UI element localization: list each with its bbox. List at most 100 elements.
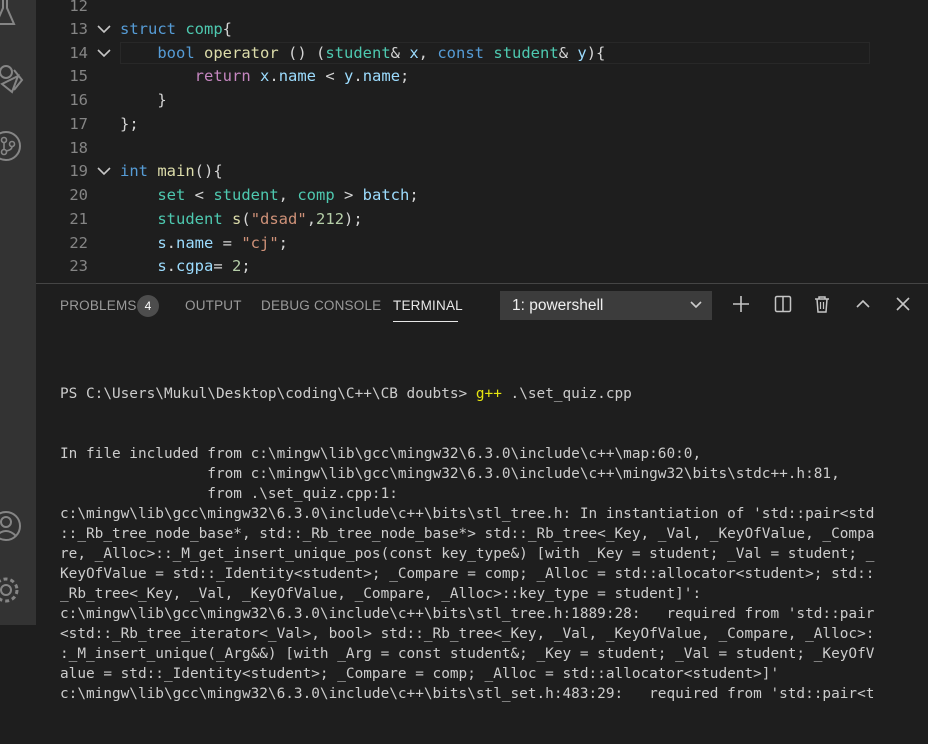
code-token: struct — [120, 20, 176, 38]
code-line[interactable]: 22 s.name = "cj"; — [36, 231, 928, 255]
code-token: int — [120, 162, 148, 180]
code-line[interactable]: 15 return x.name < y.name; — [36, 64, 928, 88]
code-line[interactable]: 23 s.cgpa= 2; — [36, 254, 928, 278]
code-token: student — [325, 44, 391, 62]
code-token: . — [269, 67, 279, 85]
terminal-select[interactable]: 1: powershell — [500, 291, 712, 320]
terminal-command-args: .\set_quiz.cpp — [501, 386, 632, 402]
flask-icon[interactable] — [0, 0, 36, 32]
code-token: & — [390, 44, 410, 62]
code-token: x — [260, 67, 270, 85]
code-token: student — [493, 44, 559, 62]
code-line[interactable]: 17}; — [36, 112, 928, 136]
fold-chevron-icon[interactable] — [95, 41, 113, 65]
code-token: name — [278, 67, 317, 85]
terminal-line: c:\mingw\lib\gcc\mingw32\6.3.0\include\c… — [60, 686, 875, 702]
line-number: 18 — [69, 139, 88, 157]
tab-output[interactable]: OUTPUT — [185, 298, 242, 316]
code-token: }; — [120, 115, 139, 133]
code-line[interactable]: 13 struct comp{ — [36, 17, 928, 41]
tab-problems[interactable]: PROBLEMS — [60, 298, 137, 316]
fold-chevron-icon[interactable] — [95, 159, 113, 183]
code-line[interactable]: 18 — [36, 136, 928, 160]
tab-debug-console[interactable]: DEBUG CONSOLE — [261, 298, 381, 316]
terminal-output[interactable]: PS C:\Users\Mukul\Desktop\coding\C++\CB … — [60, 344, 920, 744]
code-line[interactable]: 12 — [36, 0, 928, 18]
settings-gear-icon[interactable] — [0, 570, 36, 610]
terminal-prompt: PS C:\Users\Mukul\Desktop\coding\C++\CB … — [60, 386, 476, 402]
code-token: s — [157, 257, 167, 275]
source-control-icon[interactable] — [0, 126, 36, 166]
code-token: comp — [185, 20, 223, 38]
terminal-lines: In file included from c:\mingw\lib\gcc\m… — [60, 444, 920, 704]
code-token: > — [334, 186, 363, 204]
code-text: student s("dsad",212); — [120, 207, 362, 231]
code-line[interactable]: 20 set < student, comp > batch; — [36, 183, 928, 207]
code-token: y — [344, 67, 354, 85]
code-token: set — [157, 186, 186, 204]
code-token: ){ — [586, 44, 606, 62]
code-token: . — [353, 67, 363, 85]
terminal-line: In file included from c:\mingw\lib\gcc\m… — [60, 446, 702, 462]
close-icon[interactable] — [894, 295, 912, 313]
code-token: < — [316, 67, 345, 85]
plus-icon[interactable] — [732, 295, 750, 313]
problems-count-badge: 4 — [137, 295, 159, 317]
code-line[interactable]: 14 bool operator () (student& x, const s… — [36, 41, 928, 65]
code-editor[interactable]: 12 13 struct comp{14 bool operator () (stu… — [36, 0, 928, 283]
terminal-line: c:\mingw\lib\gcc\mingw32\6.3.0\include\c… — [60, 606, 875, 622]
run-debug-icon[interactable] — [0, 60, 36, 100]
code-token: "dsad" — [250, 210, 307, 228]
code-token: ; — [278, 234, 289, 252]
code-token: bool — [157, 44, 195, 62]
code-line[interactable]: 19 int main(){ — [36, 159, 928, 183]
code-line[interactable]: 16 } — [36, 88, 928, 112]
chevron-up-icon[interactable] — [854, 295, 872, 313]
code-token: name — [176, 234, 214, 252]
line-number: 15 — [69, 67, 88, 85]
terminal-line: <std::_Rb_tree_iterator<_Val>, bool> std… — [60, 626, 875, 642]
terminal-line: from c:\mingw\lib\gcc\mingw32\6.3.0\incl… — [60, 466, 840, 482]
code-token: , — [278, 186, 298, 204]
terminal-line: _Rb_tree<_Key, _Val, _KeyOfValue, _Compa… — [60, 586, 702, 602]
code-token: "cj" — [241, 234, 279, 252]
fold-chevron-icon[interactable] — [95, 17, 113, 41]
code-token: 212 — [316, 210, 345, 228]
tab-terminal[interactable]: TERMINAL — [393, 298, 463, 316]
code-token: ; — [241, 257, 251, 275]
code-token: ; — [400, 67, 410, 85]
line-number: 16 — [69, 91, 88, 109]
code-token: } — [157, 91, 167, 109]
code-token: comp — [297, 186, 335, 204]
split-icon[interactable] — [774, 295, 792, 313]
trash-icon[interactable] — [813, 295, 831, 313]
code-token: , — [418, 44, 438, 62]
code-text: s.name = "cj"; — [120, 231, 288, 255]
code-text: struct comp{ — [120, 17, 232, 41]
line-number: 23 — [69, 257, 88, 275]
code-token: . — [166, 234, 177, 252]
chevron-down-icon — [690, 301, 702, 309]
code-text: s.cgpa= 2; — [120, 254, 251, 278]
code-token: ( — [241, 210, 251, 228]
code-text: } — [120, 88, 167, 112]
line-number: 17 — [69, 115, 88, 133]
code-text: }; — [120, 112, 139, 136]
code-token: x — [409, 44, 419, 62]
terminal-line: c:\mingw\lib\gcc\mingw32\6.3.0\include\c… — [60, 506, 875, 522]
account-icon[interactable] — [0, 506, 36, 546]
active-tab-indicator — [393, 321, 458, 322]
line-number: 14 — [69, 44, 88, 62]
line-number: 20 — [69, 186, 88, 204]
code-line[interactable]: 21 student s("dsad",212); — [36, 207, 928, 231]
code-token: s — [232, 210, 242, 228]
